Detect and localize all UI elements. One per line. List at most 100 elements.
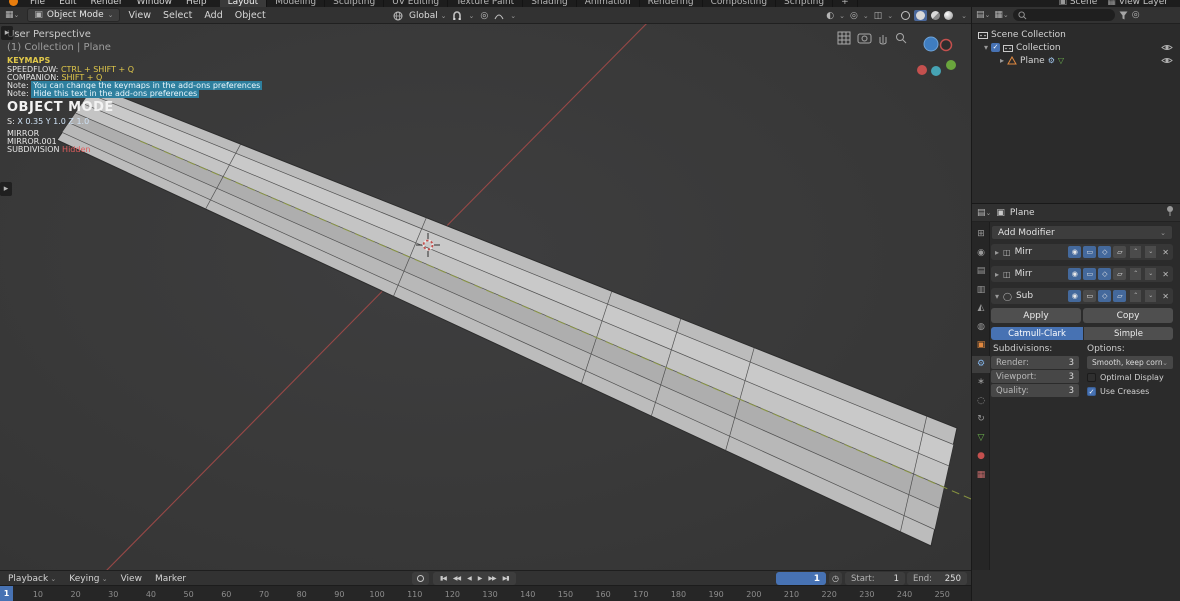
render-subdivisions-field[interactable]: Render:3 — [991, 356, 1079, 369]
axis-y-neg-ball[interactable] — [931, 66, 941, 76]
axis-x-neg-ball[interactable] — [941, 40, 952, 51]
properties-tab-object[interactable]: ▣ — [972, 337, 990, 354]
shading-material-button[interactable] — [931, 11, 940, 20]
tool-region-toggle-arrow[interactable]: ▸ — [0, 182, 12, 196]
use-creases-checkbox[interactable]: ✓ — [1087, 387, 1096, 396]
menu-view[interactable]: View — [128, 10, 151, 21]
next-keyframe-button[interactable]: ▶▶ — [488, 575, 495, 582]
copy-button[interactable]: Copy — [1083, 308, 1173, 323]
jump-start-button[interactable]: ▮◀ — [440, 575, 446, 582]
ortho-grid-icon[interactable] — [838, 32, 850, 44]
collection-checkbox[interactable]: ✓ — [991, 43, 1000, 52]
toggle-realtime-icon[interactable]: ▭ — [1083, 290, 1096, 302]
properties-tab-material[interactable]: ● — [972, 448, 990, 465]
playback-sync-button[interactable]: ◷ — [829, 572, 842, 585]
workspace-tab-compositing[interactable]: Compositing — [703, 0, 776, 7]
playhead-current-frame[interactable]: 1 — [0, 586, 13, 601]
mesh-object[interactable] — [57, 86, 957, 546]
filter-funnel-icon[interactable] — [1119, 11, 1128, 20]
properties-editor-button[interactable]: ▤⌄ — [977, 208, 991, 218]
toggle-editmode-icon[interactable]: ◇ — [1098, 290, 1111, 302]
timeline-menu-keying[interactable]: Keying ⌄ — [69, 574, 107, 584]
toggle-realtime-icon[interactable]: ▭ — [1083, 268, 1096, 280]
toggle-render-icon[interactable]: ◉ — [1068, 290, 1081, 302]
properties-tab-scene[interactable]: ◭ — [972, 300, 990, 317]
apply-button[interactable]: Apply — [991, 308, 1081, 323]
move-up-button[interactable]: ⌃ — [1130, 268, 1141, 280]
properties-tab-view-layer[interactable]: ▥ — [972, 282, 990, 299]
xray-toggle-icon[interactable]: ◫ — [874, 11, 883, 21]
timeline-ruler[interactable]: 1 10203040506070809010011012013014015016… — [0, 585, 971, 601]
frame-end-field[interactable]: End:250 — [907, 572, 967, 585]
jump-end-button[interactable]: ▶▮ — [503, 575, 509, 582]
menu-select[interactable]: Select — [163, 10, 192, 21]
axis-x-ball[interactable] — [917, 65, 927, 75]
toggle-render-icon[interactable]: ◉ — [1068, 268, 1081, 280]
close-icon[interactable]: ✕ — [1162, 292, 1169, 301]
overlays-toggle-icon[interactable]: ◎ — [850, 11, 858, 21]
current-frame-field[interactable]: 1 — [776, 572, 826, 585]
axis-y-ball[interactable] — [946, 60, 956, 70]
camera-view-icon[interactable] — [858, 34, 871, 43]
viewport-subdivisions-field[interactable]: Viewport:3 — [991, 370, 1079, 383]
snap-options-caret[interactable]: ⌄ — [468, 12, 474, 20]
move-down-button[interactable]: ⌄ — [1145, 268, 1156, 280]
expand-icon[interactable]: ▸ — [995, 270, 999, 279]
frame-start-field[interactable]: Start:1 — [845, 572, 905, 585]
modifier-name[interactable]: Sub — [1016, 291, 1033, 301]
orientation-dropdown[interactable]: Global ⌄ — [409, 11, 446, 21]
properties-tab-tool[interactable]: ⊞ — [972, 226, 990, 243]
modifier-panel-mirror-2[interactable]: ▸ ◫ Mirr ◉ ▭ ◇ ▱ ⌃ ⌄ ✕ — [991, 266, 1173, 282]
toolbar-toggle-arrow[interactable]: ▸ — [1, 26, 13, 40]
move-up-button[interactable]: ⌃ — [1130, 246, 1141, 258]
play-reverse-button[interactable]: ◀ — [467, 575, 471, 582]
falloff-caret[interactable]: ⌄ — [510, 12, 516, 20]
view-layer-selector[interactable]: ▦ View Layer — [1107, 0, 1168, 7]
hide-eye-icon[interactable] — [1161, 56, 1173, 68]
search-input[interactable] — [1030, 11, 1100, 20]
collapse-icon[interactable]: ▾ — [995, 292, 999, 301]
close-icon[interactable]: ✕ — [1162, 270, 1169, 279]
display-mode-button[interactable]: ▦⌄ — [994, 10, 1008, 20]
axis-z-ball[interactable] — [924, 37, 938, 51]
toggle-cage-icon[interactable]: ▱ — [1113, 268, 1126, 280]
properties-tab-render[interactable]: ◉ — [972, 245, 990, 262]
quality-field[interactable]: Quality:3 — [991, 384, 1079, 397]
add-modifier-dropdown[interactable]: Add Modifier⌄ — [991, 225, 1173, 240]
toggle-realtime-icon[interactable]: ▭ — [1083, 246, 1096, 258]
add-workspace-button[interactable]: + — [833, 0, 858, 7]
catmull-clark-button[interactable]: Catmull-Clark — [991, 327, 1083, 340]
timeline-menu-playback[interactable]: Playback ⌄ — [8, 574, 56, 584]
menu-render[interactable]: Render — [84, 0, 130, 7]
navigation-gizmo[interactable] — [917, 37, 956, 76]
expand-icon[interactable]: ▸ — [995, 248, 999, 257]
properties-tab-modifiers[interactable]: ⚙ — [972, 356, 990, 373]
toggle-editmode-icon[interactable]: ◇ — [1098, 268, 1111, 280]
menu-edit[interactable]: Edit — [52, 0, 83, 7]
workspace-tab-shading[interactable]: Shading — [523, 0, 577, 7]
close-icon[interactable]: ✕ — [1162, 248, 1169, 257]
shading-solid-button[interactable] — [916, 11, 925, 20]
uv-smooth-dropdown[interactable]: Smooth, keep corn...⌄ — [1087, 356, 1173, 369]
properties-tab-output[interactable]: ▤ — [972, 263, 990, 280]
tree-row-collection[interactable]: ▾ ✓ Collection — [972, 41, 1180, 54]
toggle-cage-icon[interactable]: ▱ — [1113, 246, 1126, 258]
modifier-name[interactable]: Mirr — [1015, 269, 1033, 279]
mode-dropdown[interactable]: ▣ Object Mode ⌄ — [27, 8, 120, 22]
workspace-tab-scripting[interactable]: Scripting — [776, 0, 833, 7]
properties-tab-object-data[interactable]: ▽ — [972, 430, 990, 447]
gizmo-toggle-icon[interactable]: ◐ — [826, 11, 834, 21]
menu-window[interactable]: Window — [130, 0, 180, 7]
menu-object[interactable]: Object — [235, 10, 266, 21]
prev-keyframe-button[interactable]: ◀◀ — [453, 575, 460, 582]
disclosure-closed-icon[interactable]: ▸ — [1000, 56, 1004, 65]
workspace-tab-animation[interactable]: Animation — [577, 0, 640, 7]
properties-tab-particles[interactable]: ∗ — [972, 374, 990, 391]
toggle-cage-icon[interactable]: ▱ — [1113, 290, 1126, 302]
scene-selector[interactable]: ▣ Scene — [1058, 0, 1097, 7]
workspace-tab-texture-paint[interactable]: Texture Paint — [448, 0, 523, 7]
modifier-panel-mirror-1[interactable]: ▸ ◫ Mirr ◉ ▭ ◇ ▱ ⌃ ⌄ ✕ — [991, 244, 1173, 260]
tree-row-scene-collection[interactable]: Scene Collection — [972, 28, 1180, 41]
disclosure-open-icon[interactable]: ▾ — [984, 43, 988, 52]
outliner-editor-button[interactable]: ▤⌄ — [976, 10, 990, 20]
